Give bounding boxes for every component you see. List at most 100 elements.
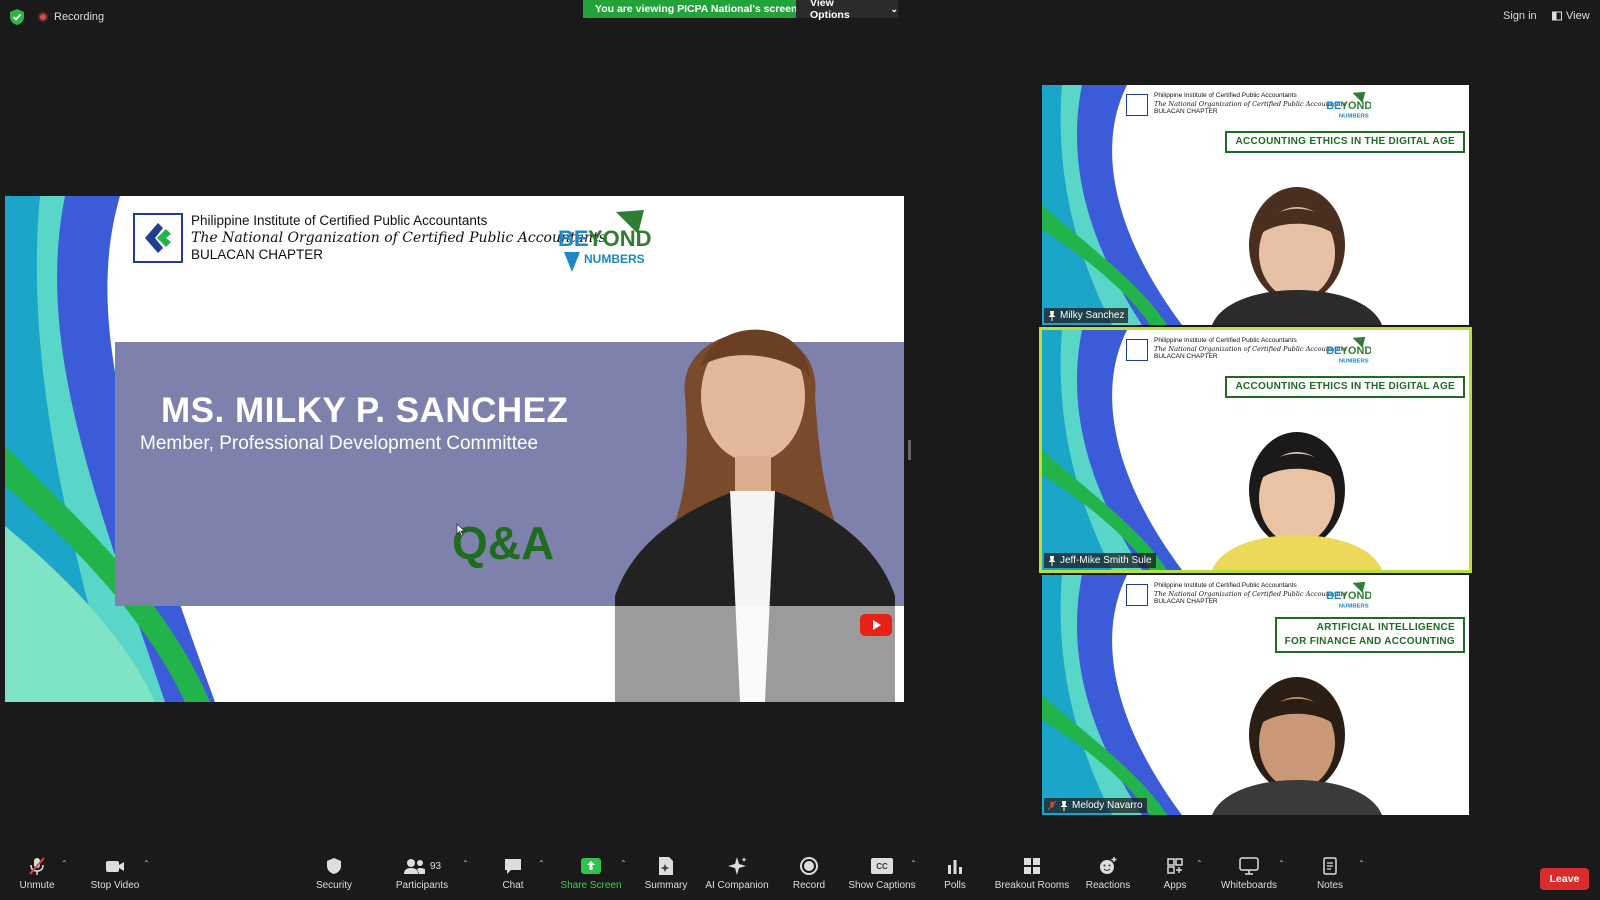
svg-text:NUMBERS: NUMBERS	[1339, 113, 1369, 119]
tile-org-text: Philippine Institute of Certified Public…	[1154, 337, 1347, 361]
qa-title: Q&A	[452, 517, 555, 569]
sign-in-button[interactable]: Sign in	[1503, 10, 1537, 22]
share-screen-icon	[581, 858, 601, 874]
picpa-logo	[1126, 94, 1148, 116]
youtube-icon[interactable]	[860, 614, 892, 636]
top-bar: Recording You are viewing PICPA National…	[0, 0, 1600, 34]
participant-video	[1212, 677, 1382, 815]
share-screen-label: Share Screen	[560, 880, 622, 891]
recording-indicator[interactable]: Recording	[38, 11, 104, 23]
reactions-icon	[1100, 857, 1117, 874]
breakout-rooms-label: Breakout Rooms	[994, 880, 1070, 891]
polls-icon	[948, 860, 962, 874]
recording-dot-icon	[38, 12, 48, 22]
beyond-numbers-logo: BE YOND NUMBERS	[558, 210, 652, 272]
org-line-1: Philippine Institute of Certified Public…	[191, 213, 488, 228]
tile-org-line-1: Philippine Institute of Certified Public…	[1154, 92, 1297, 99]
microphone-muted-icon	[29, 857, 45, 875]
whiteboard-icon	[1239, 857, 1259, 875]
apps-icon	[1167, 858, 1183, 874]
whiteboards-caret-icon[interactable]: ⌃	[1278, 859, 1285, 868]
tile-org-line-2: The National Organization of Certified P…	[1154, 590, 1347, 598]
apps-caret-icon[interactable]: ⌃	[1196, 859, 1203, 868]
tile-org-line-1: Philippine Institute of Certified Public…	[1154, 337, 1297, 344]
beyond-numbers-logo: BE YOND NUMBERS	[1326, 336, 1371, 364]
svg-text:YOND: YOND	[1341, 345, 1371, 357]
shield-icon[interactable]	[10, 9, 24, 25]
speaker-role: Member, Professional Development Committ…	[140, 433, 539, 454]
tile-org-line-3: BULACAN CHAPTER	[1154, 108, 1218, 115]
security-shield-icon	[327, 858, 341, 874]
show-captions-label: Show Captions	[848, 880, 916, 891]
picpa-logo	[1126, 584, 1148, 606]
audio-options-caret-icon[interactable]: ⌃	[61, 859, 68, 868]
polls-label: Polls	[944, 880, 966, 891]
leave-button[interactable]: Leave	[1540, 868, 1589, 890]
svg-text:NUMBERS: NUMBERS	[1339, 603, 1369, 609]
participant-tile[interactable]: Philippine Institute of Certified Public…	[1039, 327, 1472, 573]
view-options-button[interactable]: View Options ⌄	[796, 0, 898, 21]
participants-button[interactable]: 93 Participants	[377, 855, 467, 891]
shared-screen-slide[interactable]: Philippine Institute of Certified Public…	[5, 196, 904, 702]
notes-caret-icon[interactable]: ⌃	[1358, 859, 1365, 868]
view-options-label: View Options	[810, 0, 850, 21]
session-title: ACCOUNTING ETHICS IN THE DIGITAL AGE	[1225, 131, 1465, 153]
org-line-2: The National Organization of Certified P…	[191, 230, 606, 246]
participant-tile[interactable]: Philippine Institute of Certified Public…	[1042, 85, 1469, 325]
tile-org-line-1: Philippine Institute of Certified Public…	[1154, 582, 1297, 589]
split-view-divider[interactable]	[908, 440, 911, 460]
participants-label: Participants	[395, 880, 449, 891]
tile-org-text: Philippine Institute of Certified Public…	[1154, 582, 1347, 606]
ai-companion-label: AI Companion	[705, 880, 769, 891]
participants-count: 93	[429, 860, 442, 872]
pin-icon	[1048, 310, 1056, 321]
chat-icon	[505, 859, 521, 874]
reactions-label: Reactions	[1085, 880, 1131, 891]
viewing-banner-text: You are viewing PICPA National's screen	[595, 3, 798, 15]
participant-name-tag: Melody Navarro	[1044, 798, 1147, 813]
svg-text:YOND: YOND	[1341, 590, 1371, 602]
picpa-logo	[133, 213, 183, 263]
svg-text:BE: BE	[1326, 100, 1341, 112]
stop-video-label: Stop Video	[90, 880, 140, 891]
view-button[interactable]: View	[1552, 10, 1590, 22]
session-title-line: ACCOUNTING ETHICS IN THE DIGITAL AGE	[1235, 381, 1455, 392]
pin-icon	[1060, 800, 1068, 811]
participant-tile[interactable]: Philippine Institute of Certified Public…	[1042, 575, 1469, 815]
record-label: Record	[792, 880, 826, 891]
pin-icon	[1048, 555, 1056, 566]
video-options-caret-icon[interactable]: ⌃	[143, 859, 150, 868]
participant-name: Milky Sanchez	[1060, 310, 1125, 321]
participant-video	[1212, 187, 1382, 325]
tile-org-line-2: The National Organization of Certified P…	[1154, 345, 1347, 353]
record-icon	[800, 857, 818, 875]
video-camera-icon	[106, 861, 124, 872]
tile-org-line-2: The National Organization of Certified P…	[1154, 100, 1347, 108]
svg-text:NUMBERS: NUMBERS	[584, 252, 645, 266]
svg-text:YOND: YOND	[1341, 100, 1371, 112]
svg-text:BE: BE	[1326, 590, 1341, 602]
apps-label: Apps	[1163, 880, 1187, 891]
participant-name-tag: Jeff-Mike Smith Sule	[1044, 553, 1156, 568]
chevron-down-icon: ⌄	[890, 3, 898, 14]
participant-name: Melody Navarro	[1072, 800, 1143, 811]
unmute-label: Unmute	[19, 880, 55, 891]
session-title-line: FOR FINANCE AND ACCOUNTING	[1284, 636, 1455, 647]
session-title-line: ACCOUNTING ETHICS IN THE DIGITAL AGE	[1235, 136, 1455, 147]
notes-icon	[1323, 857, 1337, 875]
chat-label: Chat	[502, 880, 524, 891]
chat-caret-icon[interactable]: ⌃	[538, 859, 545, 868]
whiteboards-label: Whiteboards	[1220, 880, 1278, 891]
viewing-banner: You are viewing PICPA National's screen	[583, 0, 798, 18]
tile-org-line-3: BULACAN CHAPTER	[1154, 353, 1218, 360]
security-label: Security	[315, 880, 353, 891]
tile-org-line-3: BULACAN CHAPTER	[1154, 598, 1218, 605]
speaker-photo	[615, 329, 895, 702]
beyond-numbers-logo: BE YOND NUMBERS	[1326, 91, 1371, 119]
meeting-toolbar: Unmute ⌃ Stop Video ⌃ Security 93 Partic…	[0, 855, 1600, 900]
svg-text:YOND: YOND	[588, 226, 652, 251]
security-button[interactable]: Security	[289, 855, 379, 891]
participant-video	[1212, 432, 1382, 570]
participant-name-tag: Milky Sanchez	[1044, 308, 1129, 323]
participants-icon	[403, 859, 425, 874]
